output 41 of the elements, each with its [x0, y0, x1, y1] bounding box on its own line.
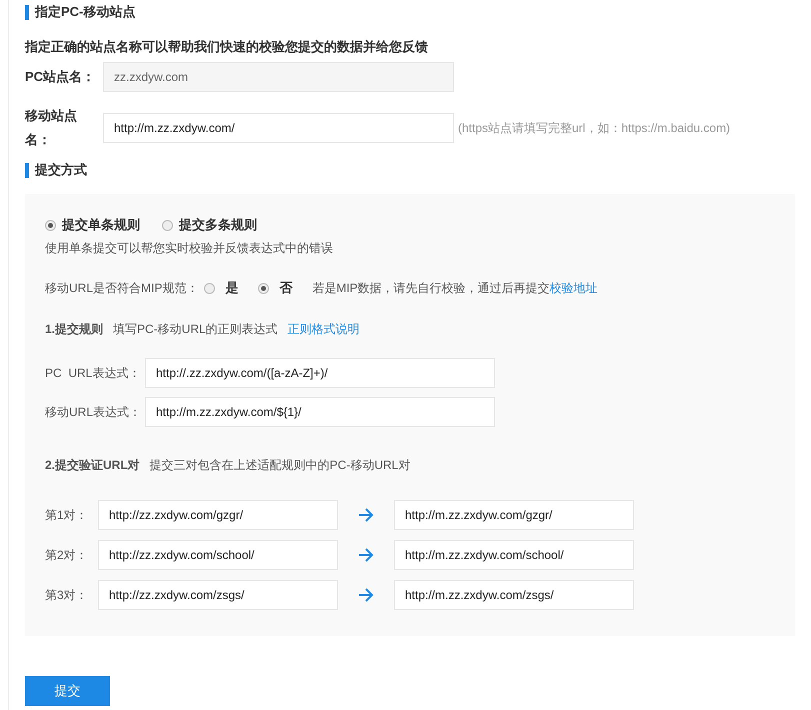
pair-label: 第2对： [45, 546, 89, 564]
submit-button[interactable]: 提交 [25, 676, 110, 706]
section-title: 提交方式 [35, 161, 87, 179]
arrow-icon [358, 508, 374, 522]
mobile-site-field[interactable]: http://m.zz.zxdyw.com/ [103, 113, 454, 143]
step-description: 填写PC-移动URL的正则表达式 [113, 321, 278, 338]
pc-url-field[interactable]: http://zz.zxdyw.com/gzgr/ [98, 500, 338, 530]
radio-button[interactable] [204, 282, 216, 294]
mobile-url-field[interactable]: http://m.zz.zxdyw.com/gzgr/ [394, 500, 634, 530]
mobile-regex-field[interactable]: http://m.zz.zxdyw.com/${1}/ [145, 397, 495, 427]
radio-button[interactable] [162, 220, 173, 230]
radio-button[interactable] [45, 220, 56, 230]
section-title: 指定PC-移动站点 [35, 3, 136, 21]
mobile-url-field[interactable]: http://m.zz.zxdyw.com/school/ [394, 540, 634, 570]
pc-url-field[interactable]: http://zz.zxdyw.com/school/ [98, 540, 338, 570]
description: 指定正确的站点名称可以帮助我们快速的校验您提交的数据并给您反馈 [25, 38, 429, 56]
hint-text: (https站点请填写完整url，如：https://m.baidu.com) [458, 120, 730, 136]
section-marker [25, 4, 29, 20]
arrow-icon [358, 548, 374, 562]
radio-label: 是 [225, 279, 238, 297]
mip-label: 移动URL是否符合MIP规范： [45, 280, 198, 296]
field-label: PC站点名： [25, 68, 96, 86]
pc-regex-field[interactable]: http://.zz.zxdyw.com/([a-zA-Z]+)/ [145, 358, 495, 388]
arrow-icon [358, 588, 374, 602]
mobile-url-field[interactable]: http://m.zz.zxdyw.com/zsgs/ [394, 580, 634, 610]
field-label: 移动URL表达式： [45, 404, 142, 420]
radio-label: 提交多条规则 [179, 216, 257, 234]
step-heading: 2.提交验证URL对 [45, 457, 140, 474]
pc-url-field[interactable]: http://zz.zxdyw.com/zsgs/ [98, 580, 338, 610]
section-marker [25, 162, 29, 178]
mip-note: 若是MIP数据，请先自行校验，通过后再提交 [312, 280, 550, 294]
pair-label: 第3对： [45, 586, 89, 604]
mode-description: 使用单条提交可以帮您实时校验并反馈表达式中的错误 [45, 240, 333, 257]
field-label: 移动站点名： [25, 107, 78, 149]
step-description: 提交三对包含在上述适配规则中的PC-移动URL对 [150, 457, 410, 474]
pair-label: 第1对： [45, 506, 89, 524]
radio-button[interactable] [258, 282, 270, 294]
radio-label: 提交单条规则 [62, 216, 140, 234]
field-label: PC URL表达式： [45, 364, 142, 382]
step-heading: 1.提交规则 [45, 321, 104, 338]
radio-label: 否 [279, 279, 292, 297]
